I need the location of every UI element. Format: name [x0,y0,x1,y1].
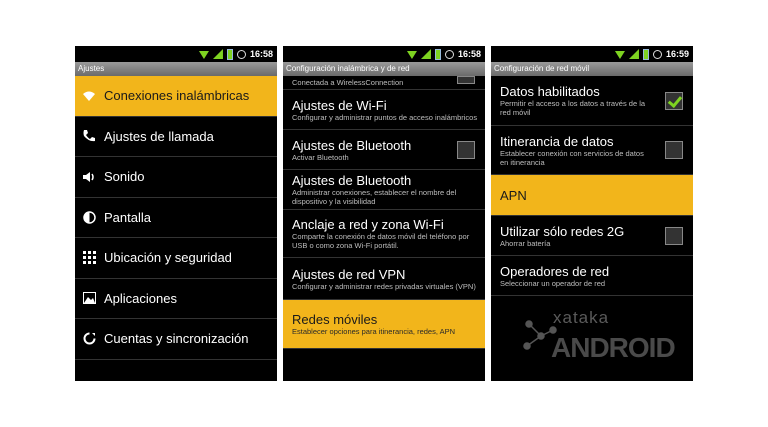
item-summary: Establecer conexión con servicios de dat… [500,148,644,167]
settings-item-display[interactable]: Pantalla [75,198,277,238]
vpn-settings-item[interactable]: Ajustes de red VPN Configurar y administ… [283,258,485,300]
display-icon [81,209,97,225]
mobile-network-list: Datos habilitados Permitir el acceso a l… [491,76,693,296]
wifi-status-icon [198,51,209,59]
settings-item-label: Ajustes de llamada [104,128,214,144]
battery-icon [226,48,233,60]
screen-title: Configuración inalámbrica y de red [283,62,485,76]
item-summary: Seleccionar un operador de red [500,278,606,288]
settings-item-sound[interactable]: Sonido [75,157,277,198]
signal-icon [212,49,223,59]
mobile-networks-item[interactable]: Redes móviles Establecer opciones para i… [283,300,485,349]
settings-item-label: Aplicaciones [104,290,177,306]
phone-screen-ajustes: 16:58 Ajustes Conexiones inalámbricas Aj… [75,46,277,381]
bluetooth-toggle-item[interactable]: Ajustes de Bluetooth Activar Bluetooth [283,130,485,170]
watermark-brand: xataka [553,308,610,327]
wifi-settings-item[interactable]: Ajustes de Wi-Fi Configurar y administra… [283,90,485,130]
wifi-icon [81,88,97,104]
alarm-icon [444,49,454,59]
item-summary: Comparte la conexión de datos móvil del … [292,232,470,250]
status-bar: 16:59 [491,46,693,62]
wifi-toggle-row[interactable]: Conectada a WirelessConnection [283,76,485,90]
data-enabled-checkbox[interactable] [665,91,683,110]
item-label: Itinerancia de datos [500,133,614,149]
item-summary: Activar Bluetooth [292,152,349,162]
bluetooth-checkbox[interactable] [457,140,475,159]
item-summary: Permitir el acceso a los datos a través … [500,99,646,117]
item-summary: Configurar y administrar puntos de acces… [292,112,478,122]
battery-icon [434,48,441,60]
screen-title: Ajustes [75,62,277,76]
settings-item-label: Ubicación y seguridad [104,250,232,266]
settings-item-calls[interactable]: Ajustes de llamada [75,117,277,157]
use-2g-checkbox[interactable] [665,226,683,245]
status-time: 16:58 [457,49,481,59]
wifi-status-icon [614,51,625,59]
xataka-android-watermark: xataka ANDROID [521,306,691,376]
status-time: 16:59 [665,49,689,59]
battery-icon [642,48,649,60]
status-bar: 16:58 [75,46,277,62]
item-label: Ajustes de Bluetooth [292,173,412,188]
alarm-icon [652,49,662,59]
phone-screen-mobile-network: 16:59 Configuración de red móvil Datos h… [491,46,693,381]
settings-item-label: Conexiones inalámbricas [104,88,250,104]
wifi-connected-status: Conectada a WirelessConnection [292,78,404,87]
speaker-icon [81,169,97,185]
item-label: Operadores de red [500,263,610,279]
watermark-brand-android: ANDROID [551,332,676,363]
settings-item-location[interactable]: Ubicación y seguridad [75,238,277,279]
settings-item-label: Sonido [104,169,145,185]
item-summary: Administrar conexiones, establecer el no… [292,188,457,206]
wifi-status-icon [406,51,417,59]
wifi-checkbox[interactable] [457,76,475,84]
item-label: Redes móviles [292,312,378,327]
sync-icon [81,331,97,347]
apps-icon [81,290,97,306]
phone-screen-wireless: 16:58 Configuración inalámbrica y de red… [283,46,485,381]
status-bar: 16:58 [283,46,485,62]
item-label: Ajustes de red VPN [292,266,406,282]
item-label: Anclaje a red y zona Wi-Fi [292,217,444,232]
use-2g-only-item[interactable]: Utilizar sólo redes 2G Ahorrar batería [491,216,693,256]
item-label: Ajustes de Bluetooth [292,137,412,153]
item-label: Ajustes de Wi-Fi [292,97,387,113]
apn-item[interactable]: APN [491,175,693,216]
settings-item-label: Pantalla [104,209,151,225]
data-roaming-checkbox[interactable] [665,141,683,159]
item-summary: Establecer opciones para itinerancia, re… [292,327,456,336]
item-label: Datos habilitados [500,84,600,99]
item-summary: Configurar y administrar redes privadas … [292,281,476,291]
data-enabled-item[interactable]: Datos habilitados Permitir el acceso a l… [491,76,693,126]
signal-icon [420,49,431,59]
settings-item-label: Cuentas y sincronización [104,331,249,347]
network-operators-item[interactable]: Operadores de red Seleccionar un operado… [491,256,693,296]
item-label: APN [500,187,527,203]
settings-item-apps[interactable]: Aplicaciones [75,279,277,319]
bluetooth-settings-item[interactable]: Ajustes de Bluetooth Administrar conexio… [283,170,485,210]
settings-item-wireless[interactable]: Conexiones inalámbricas [75,76,277,117]
alarm-icon [236,49,246,59]
screen-title: Configuración de red móvil [491,62,693,76]
grid-icon [81,250,97,266]
phone-icon [81,128,97,144]
item-label: Utilizar sólo redes 2G [500,223,625,239]
data-roaming-item[interactable]: Itinerancia de datos Establecer conexión… [491,126,693,175]
wireless-list: Conectada a WirelessConnection Ajustes d… [283,76,485,349]
settings-item-accounts[interactable]: Cuentas y sincronización [75,319,277,360]
signal-icon [628,49,639,59]
item-summary: Ahorrar batería [500,238,551,248]
settings-list: Conexiones inalámbricas Ajustes de llama… [75,76,277,360]
status-time: 16:58 [249,49,273,59]
tethering-item[interactable]: Anclaje a red y zona Wi-Fi Comparte la c… [283,210,485,258]
